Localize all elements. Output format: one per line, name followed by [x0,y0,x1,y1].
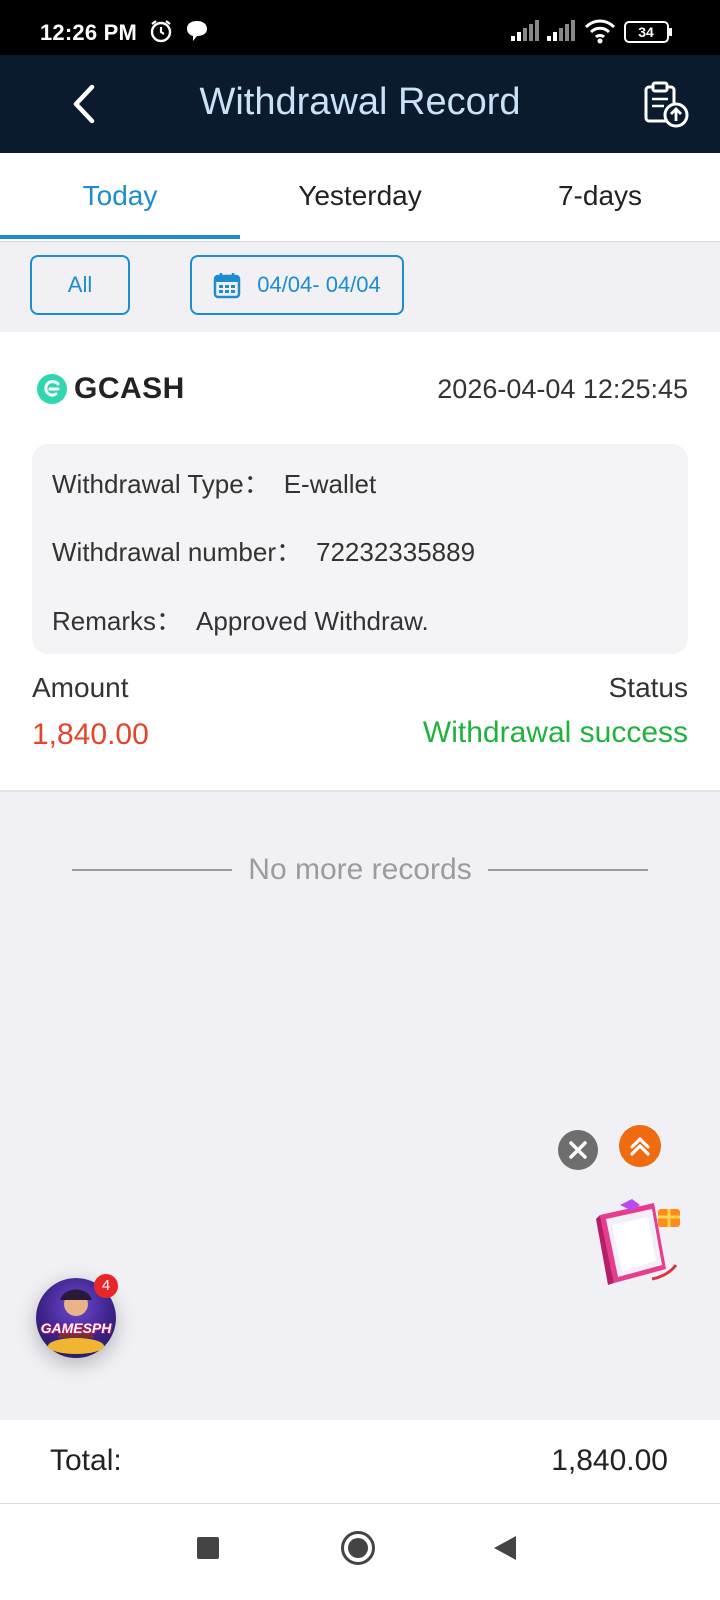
gift-book-icon [596,1199,680,1285]
tab-yesterday[interactable]: Yesterday [240,153,480,242]
amount-label: Amount [32,672,129,703]
total-bar: Total: 1,840.00 [0,1420,720,1504]
close-floating-button[interactable] [558,1130,598,1170]
page-title: Withdrawal Record [199,81,521,123]
no-more-records-text: No more records [248,853,472,886]
clipboard-upload-icon [644,81,689,128]
divider [72,869,233,871]
square-icon [197,1537,219,1559]
withdrawal-number-value: 72232335889 [315,537,476,567]
notification-badge: 4 [94,1274,118,1298]
withdrawal-type-value: E-wallet [283,469,377,499]
app-bar: Withdrawal Record [0,55,720,153]
triangle-back-icon [494,1536,516,1560]
gift-book-promo-button[interactable] [592,1195,692,1295]
chat-notification-icon [184,18,210,49]
gamesph-floating-avatar[interactable]: GAMESPH 4 [36,1274,118,1358]
end-of-list: No more records [72,850,648,890]
total-value: 1,840.00 [551,1444,668,1477]
all-filter-label: All [67,272,93,297]
record-details-box: Withdrawal Type： E-wallet Withdrawal numb… [32,444,688,654]
gcash-logo-icon [37,374,67,404]
scroll-to-top-button[interactable] [619,1125,661,1167]
payment-brand: GCASH [36,372,185,406]
tab-7-days[interactable]: 7-days [480,153,720,242]
home-button[interactable] [340,1530,376,1571]
status-value: Withdrawal success [422,716,688,749]
remarks-label: Remarks： [52,606,183,636]
signal-icon [510,18,540,47]
home-circle-icon [341,1531,375,1565]
date-range-button[interactable]: 04/04- 04/04 [190,255,404,315]
withdrawal-number-label: Withdrawal number： [52,537,302,567]
calendar-icon [213,273,241,299]
amount-value: 1,840.00 [32,718,149,751]
tab-today[interactable]: Today [0,153,240,242]
upload-records-button[interactable] [640,79,692,131]
all-filter-button[interactable]: All [30,255,130,315]
system-navigation-bar [0,1504,720,1600]
total-label: Total: [50,1444,122,1477]
date-tabs: Today Yesterday 7-days [0,153,720,242]
remarks-value: Approved Withdraw. [196,606,429,636]
battery-level: 34 [638,24,654,40]
record-datetime: 2026-04-04 12:25:45 [437,374,688,404]
remarks-row: Remarks： Approved Withdraw. [52,601,429,638]
date-range-label: 04/04- 04/04 [257,272,381,297]
status-label: Status [608,672,688,703]
system-back-button[interactable] [492,1534,518,1567]
withdrawal-number-row: Withdrawal number： 72232335889 [52,532,475,569]
withdrawal-type-row: Withdrawal Type： E-wallet [52,464,376,501]
wifi-icon [584,18,616,49]
filter-bar: All 04/04- 04/04 [0,242,720,332]
status-bar: 12:26 PM 34 [0,0,720,55]
status-time: 12:26 PM [40,20,137,45]
withdrawal-type-label: Withdrawal Type： [52,469,270,499]
battery-icon: 34 [624,20,674,49]
double-chevron-up-icon [630,1137,650,1156]
withdrawal-record-card[interactable]: GCASH 2026-04-04 12:25:45 Withdrawal Typ… [0,332,720,792]
alarm-icon [148,18,174,49]
recents-button[interactable] [196,1536,220,1565]
divider [487,869,648,871]
close-icon [569,1141,587,1159]
signal-icon-secondary [546,18,576,47]
active-tab-indicator [0,235,240,239]
brand-name: GCASH [74,372,185,405]
gamesph-label: GAMESPH [40,1320,112,1336]
